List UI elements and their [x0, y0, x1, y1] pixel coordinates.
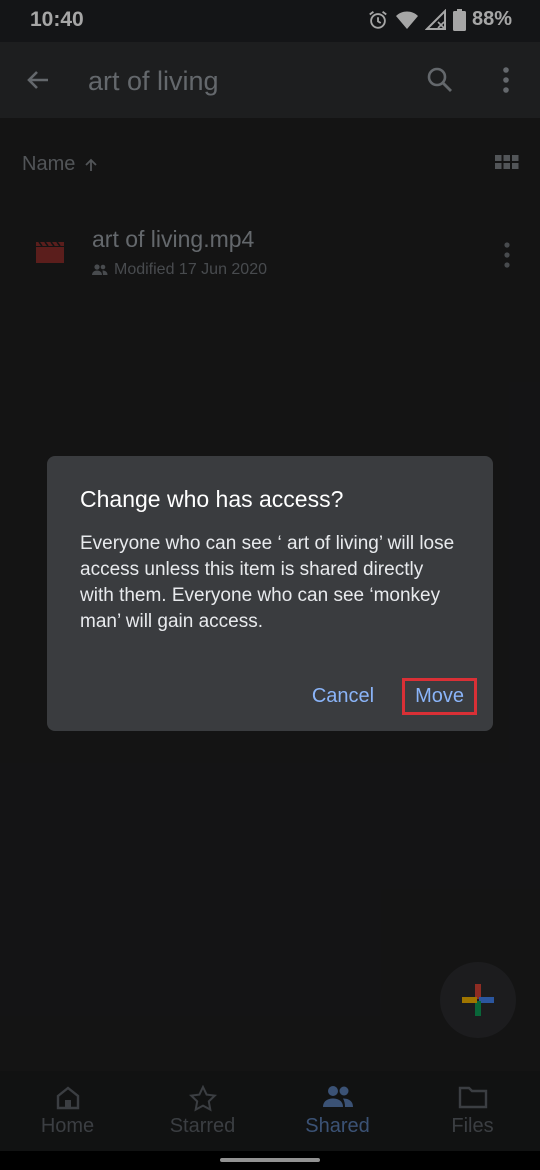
- change-access-dialog: Change who has access? Everyone who can …: [47, 456, 493, 731]
- app-root: 10:40 88% art of living Name art of livi…: [0, 0, 540, 1170]
- dialog-title: Change who has access?: [80, 486, 344, 512]
- dialog-message: Everyone who can see ‘ art of living’ wi…: [80, 533, 455, 632]
- dialog-actions: Cancel Move: [304, 678, 477, 715]
- move-button[interactable]: Move: [402, 678, 477, 715]
- cancel-button[interactable]: Cancel: [304, 679, 382, 714]
